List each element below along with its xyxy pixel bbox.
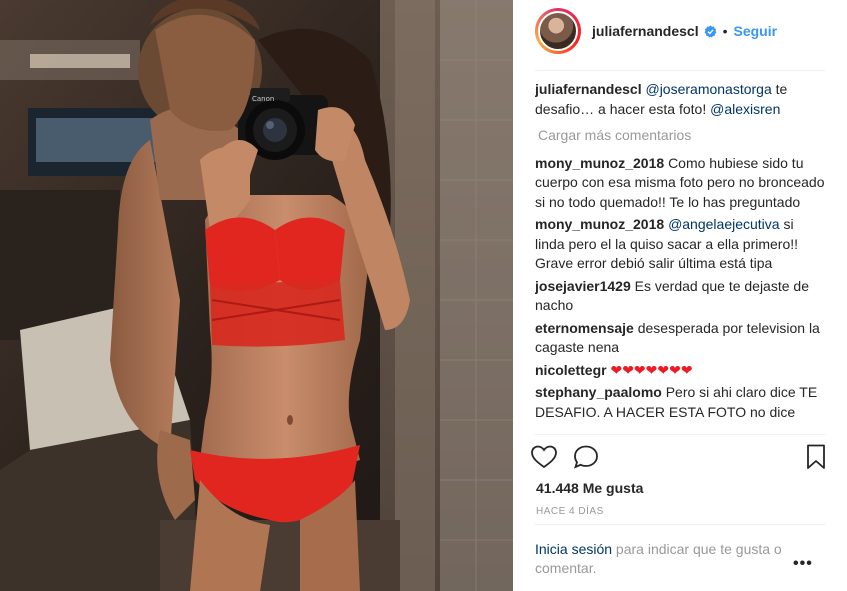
comment-username[interactable]: nicolettegr — [535, 362, 607, 378]
comment-username[interactable]: mony_munoz_2018 — [535, 155, 664, 171]
bookmark-icon[interactable] — [801, 442, 831, 472]
divider — [535, 524, 825, 525]
login-prompt: Inicia sesión para indicar que te gusta … — [535, 540, 795, 578]
post-image: Canon — [0, 0, 513, 591]
comment-bubble-icon[interactable] — [571, 442, 601, 472]
comment-mention[interactable]: @angelaejecutiva — [668, 216, 780, 232]
likes-count[interactable]: 41.448 Me gusta — [536, 480, 643, 496]
post-header: juliafernandescl • Seguir — [535, 8, 825, 54]
divider — [535, 434, 825, 435]
comment-text: ❤❤❤❤❤❤❤ — [610, 361, 693, 378]
comment-username[interactable]: stephany_paalomo — [535, 384, 662, 400]
separator-dot: • — [722, 23, 728, 39]
header-username[interactable]: juliafernandescl — [592, 23, 699, 39]
follow-button[interactable]: Seguir — [734, 23, 778, 39]
caption-mention[interactable]: @alexisren — [710, 101, 780, 117]
comment: nicolettegr ❤❤❤❤❤❤❤ — [535, 361, 825, 381]
caption: juliafernandescl @joseramonastorga te de… — [535, 80, 825, 119]
comments-list[interactable]: juliafernandescl @joseramonastorga te de… — [535, 80, 825, 433]
verified-badge-icon — [704, 25, 717, 38]
heart-icon[interactable] — [529, 442, 559, 472]
caption-mention[interactable]: @joseramonastorga — [645, 81, 771, 97]
comment: stephany_paalomo Pero si ahi claro dice … — [535, 383, 825, 422]
more-options-button[interactable]: ••• — [793, 555, 813, 573]
caption-username[interactable]: juliafernandescl — [535, 81, 642, 97]
comment-username[interactable]: eternomensaje — [535, 320, 634, 336]
load-more-comments-button[interactable]: Cargar más comentarios — [538, 126, 825, 146]
post-side-panel: juliafernandescl • Seguir juliafernandes… — [513, 0, 847, 591]
comment: josejavier1429 Es verdad que te dejaste … — [535, 277, 825, 316]
comment-username[interactable]: josejavier1429 — [535, 278, 631, 294]
post-timestamp[interactable]: HACE 4 DÍAS — [536, 506, 604, 517]
post-actions — [529, 442, 829, 472]
avatar[interactable] — [535, 8, 581, 54]
login-link[interactable]: Inicia sesión — [535, 541, 612, 557]
comment: mony_munoz_2018 @angelaejecutiva si lind… — [535, 215, 825, 274]
post-photo[interactable]: Canon — [0, 0, 513, 591]
comment: mony_munoz_2018 Como hubiese sido tu cue… — [535, 154, 825, 213]
comment: eternomensaje desesperada por television… — [535, 319, 825, 358]
divider — [535, 70, 825, 71]
comment-username[interactable]: mony_munoz_2018 — [535, 216, 664, 232]
svg-text:Canon: Canon — [252, 95, 274, 103]
